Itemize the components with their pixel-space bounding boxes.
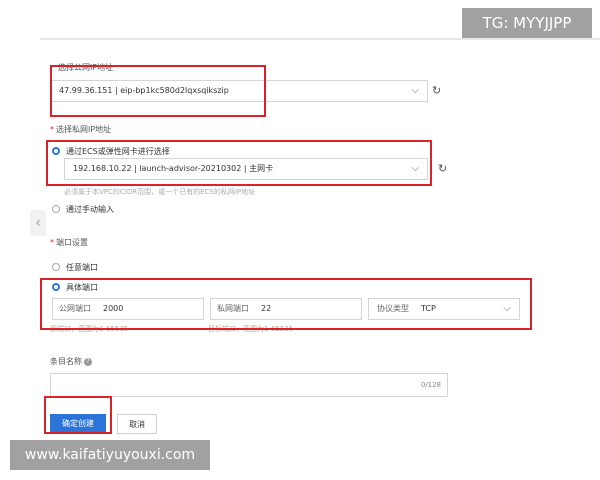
highlight-box-private-ip (46, 140, 432, 186)
radio-any-port[interactable] (52, 263, 60, 271)
watermark-site: www.kaifatiyuyouxi.com (10, 440, 210, 470)
collapse-panel-icon[interactable]: ‹ (30, 210, 46, 236)
refresh-icon[interactable]: ↻ (438, 162, 447, 175)
help-icon: ? (84, 357, 92, 366)
cancel-button[interactable]: 取消 (117, 414, 157, 434)
header-divider (40, 38, 600, 40)
highlight-box-port (40, 278, 532, 330)
radio-any-port-label: 任意端口 (66, 263, 98, 272)
refresh-icon[interactable]: ↻ (432, 84, 441, 97)
entry-name-input[interactable]: 0/128 (50, 373, 448, 397)
highlight-box-confirm (44, 396, 112, 434)
char-counter: 0/128 (420, 381, 441, 389)
highlight-box-public-ip (50, 65, 266, 117)
radio-manual-label: 通过手动输入 (66, 205, 114, 214)
private-ip-hint: 必须属于本VPC的CIDR范围，或一个已有的ECS的私网IP地址 (64, 188, 256, 196)
chevron-down-icon: ⌵ (411, 85, 419, 96)
entry-name-label: 条目名称? (50, 356, 92, 367)
radio-manual[interactable] (52, 205, 60, 213)
watermark-tg: TG: MYYJJPP (462, 8, 592, 38)
port-label: * 端口设置 (50, 238, 88, 247)
private-ip-label: * 选择私网IP地址 (50, 125, 112, 134)
